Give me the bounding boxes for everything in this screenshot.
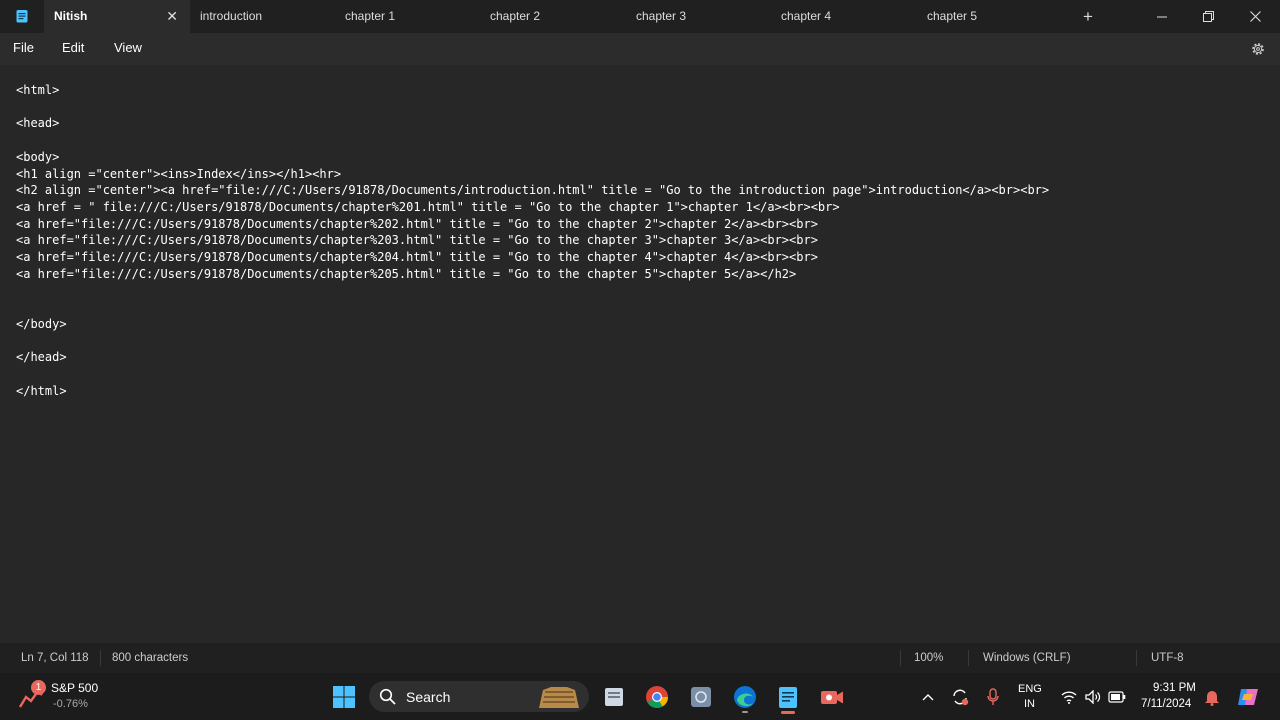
stock-widget[interactable]: 1 S&P 500 -0.76% <box>18 679 128 715</box>
code-line: <a href="file:///C:/Users/91878/Document… <box>16 266 797 281</box>
running-indicator <box>742 711 748 713</box>
code-line: </body> <box>16 316 67 331</box>
recorder-icon <box>821 691 843 704</box>
language-indicator[interactable]: ENG <box>1018 683 1042 695</box>
divider <box>100 650 101 666</box>
divider <box>1136 650 1137 666</box>
code-line: <a href="file:///C:/Users/91878/Document… <box>16 250 818 265</box>
code-line: <h2 align ="center"><a href="file:///C:/… <box>16 183 1050 198</box>
sync-icon[interactable] <box>951 688 969 706</box>
new-tab-button[interactable]: + <box>1080 0 1096 33</box>
tab-chapter-1[interactable]: chapter 1 <box>335 0 480 33</box>
search-label: Search <box>406 689 451 705</box>
divider <box>968 650 969 666</box>
edge-icon <box>734 686 756 708</box>
stock-change: -0.76% <box>53 698 88 710</box>
taskbar: 1 S&P 500 -0.76% Search ENG IN 9:31 PM 7… <box>0 673 1280 720</box>
text-editor[interactable]: <html> <head> <body> <h1 align ="center"… <box>0 65 1280 643</box>
code-line: <a href="file:///C:/Users/91878/Document… <box>16 216 818 231</box>
files-icon <box>691 687 711 707</box>
code-line: <a href = " file:///C:/Users/91878/Docum… <box>16 199 840 214</box>
search-widget-icon <box>539 687 579 708</box>
editor-content: <html> <head> <body> <h1 align ="center"… <box>16 82 1049 399</box>
notepad-app-icon <box>16 10 28 23</box>
speaker-icon[interactable] <box>1085 690 1101 704</box>
tab-label: chapter 1 <box>345 9 396 23</box>
windows-start-icon <box>333 686 355 708</box>
divider <box>900 650 901 666</box>
code-line: <html> <box>16 83 60 97</box>
wifi-icon[interactable] <box>1061 690 1077 704</box>
clock-date[interactable]: 7/11/2024 <box>1141 698 1191 710</box>
code-line: <body> <box>16 149 60 164</box>
tab-nitish[interactable]: Nitish ✕ <box>44 0 190 33</box>
stock-badge: 1 <box>31 680 46 695</box>
menu-view[interactable]: View <box>114 40 142 55</box>
active-indicator <box>781 711 795 714</box>
chevron-up-icon[interactable] <box>922 693 934 701</box>
restore-icon <box>1202 11 1214 22</box>
tab-label: chapter 2 <box>490 9 541 23</box>
start-button[interactable] <box>331 684 357 710</box>
code-line: <h1 align ="center"><ins>Index</ins></h1… <box>16 166 342 181</box>
line-ending[interactable]: Windows (CRLF) <box>983 652 1071 664</box>
tab-chapter-2[interactable]: chapter 2 <box>480 0 625 33</box>
taskbar-chrome[interactable] <box>644 684 670 710</box>
notepad-icon <box>779 687 797 708</box>
menu-edit[interactable]: Edit <box>62 40 84 55</box>
tab-chapter-4[interactable]: chapter 4 <box>771 0 916 33</box>
copilot-icon[interactable] <box>1236 685 1260 709</box>
zoom-level[interactable]: 100% <box>914 652 943 664</box>
tab-chapter-5[interactable]: chapter 5 <box>917 0 1062 33</box>
microphone-icon[interactable] <box>987 688 999 706</box>
input-region: IN <box>1024 698 1035 710</box>
taskbar-notepad[interactable] <box>775 684 801 714</box>
character-count: 800 characters <box>112 652 189 664</box>
code-line: </html> <box>16 383 67 398</box>
tab-introduction[interactable]: introduction <box>190 0 335 33</box>
status-bar: Ln 7, Col 118 800 characters 100% Window… <box>0 643 1280 673</box>
tab-label: chapter 5 <box>927 9 978 23</box>
minimize-button[interactable] <box>1139 0 1185 33</box>
notification-bell-icon[interactable] <box>1204 688 1220 706</box>
minimize-icon <box>1157 16 1167 17</box>
menu-file[interactable]: File <box>13 40 34 55</box>
settings-gear-icon[interactable] <box>1250 41 1266 57</box>
maximize-button[interactable] <box>1185 0 1231 33</box>
taskbar-search[interactable]: Search <box>369 681 589 712</box>
title-bar: Nitish ✕ introduction chapter 1 chapter … <box>0 0 1280 33</box>
close-icon <box>1249 11 1261 22</box>
tab-label: chapter 4 <box>781 9 832 23</box>
clock-time[interactable]: 9:31 PM <box>1153 682 1196 694</box>
code-line: <head> <box>16 116 60 131</box>
tab-label: Nitish <box>54 9 88 23</box>
taskbar-edge[interactable] <box>732 684 758 713</box>
taskbar-file-explorer[interactable] <box>601 684 627 710</box>
taskbar-files[interactable] <box>688 684 714 710</box>
tab-label: introduction <box>200 9 263 23</box>
menu-bar: File Edit View <box>0 33 1280 65</box>
file-explorer-icon <box>605 688 623 706</box>
chrome-icon <box>646 686 668 708</box>
code-line: <a href="file:///C:/Users/91878/Document… <box>16 233 818 248</box>
encoding[interactable]: UTF-8 <box>1151 652 1184 664</box>
taskbar-recorder[interactable] <box>819 684 845 710</box>
close-window-button[interactable] <box>1232 0 1278 33</box>
stock-name: S&P 500 <box>51 681 99 695</box>
tab-label: chapter 3 <box>636 9 687 23</box>
close-tab-icon[interactable]: ✕ <box>166 0 178 33</box>
tab-chapter-3[interactable]: chapter 3 <box>626 0 771 33</box>
battery-icon[interactable] <box>1108 691 1126 703</box>
cursor-position: Ln 7, Col 118 <box>21 652 89 664</box>
search-icon <box>379 688 396 705</box>
code-line: </head> <box>16 350 67 365</box>
